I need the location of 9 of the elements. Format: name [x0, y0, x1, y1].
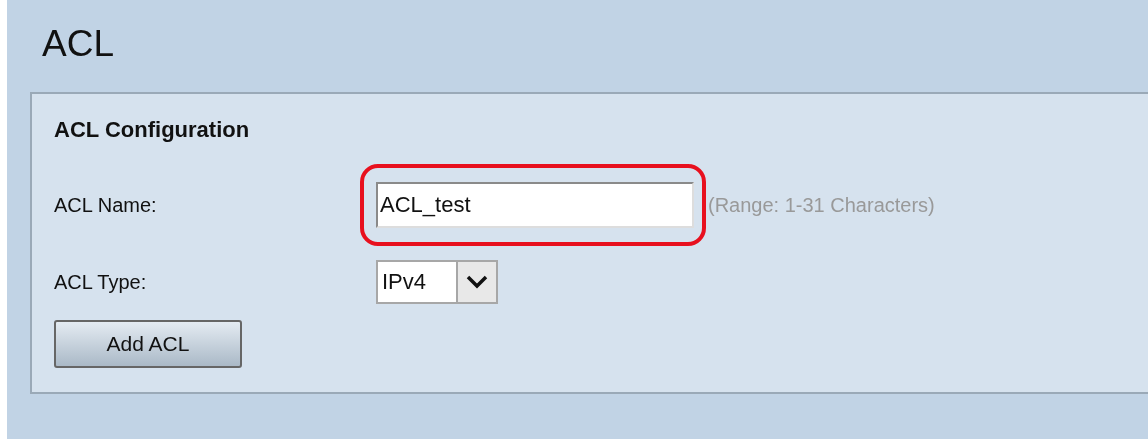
type-select[interactable]: IPv4 [376, 260, 498, 304]
page-title: ACL [42, 22, 114, 66]
chevron-down-icon [466, 275, 488, 289]
add-button[interactable]: Add ACL [54, 320, 242, 368]
range-hint: (Range: 1-31 Characters) [708, 193, 935, 217]
section-title: ACL Configuration [54, 116, 250, 144]
field-label: ACL Name: [54, 193, 157, 217]
field-label: ACL Type: [54, 270, 147, 294]
name-input[interactable]: ACL_test [376, 182, 694, 228]
